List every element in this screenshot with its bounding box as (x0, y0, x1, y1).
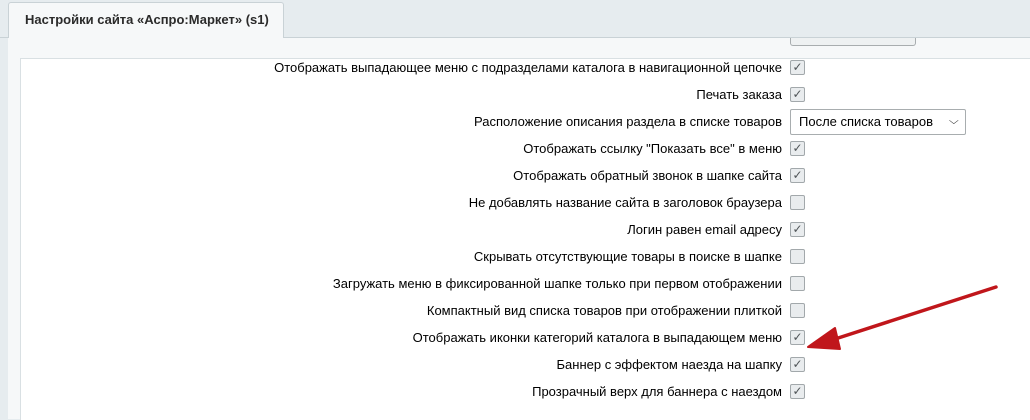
red-arrow-annotation (807, 285, 998, 350)
